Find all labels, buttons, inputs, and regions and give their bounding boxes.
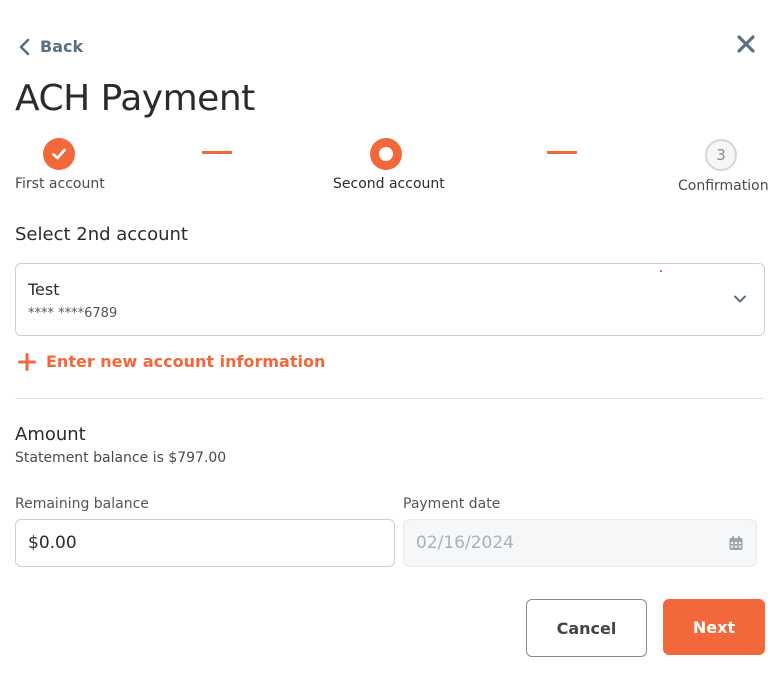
statement-balance-text: Statement balance is $797.00 (15, 450, 227, 466)
step-complete-icon (43, 138, 75, 170)
account-number: **** ****6789 (28, 306, 118, 321)
step-connector (547, 151, 577, 154)
remaining-balance-label: Remaining balance (15, 496, 149, 512)
back-link[interactable]: Back (18, 37, 83, 56)
step-label-second-account: Second account (333, 176, 445, 192)
section-divider (15, 398, 765, 399)
page-title: ACH Payment (15, 78, 255, 119)
step-label-confirmation: Confirmation (678, 178, 769, 194)
calendar-icon (729, 536, 743, 550)
step-current-icon (370, 138, 402, 170)
plus-icon (18, 352, 36, 371)
account-select-dropdown[interactable]: Test **** ****6789 (15, 263, 765, 336)
step-label-first-account: First account (15, 176, 105, 192)
close-icon[interactable] (735, 33, 757, 55)
cancel-button[interactable]: Cancel (526, 599, 647, 657)
back-label: Back (40, 37, 84, 56)
remaining-balance-field[interactable] (15, 519, 395, 567)
account-name: Test (28, 280, 60, 299)
next-button[interactable]: Next (663, 599, 765, 655)
amount-heading: Amount (15, 424, 86, 445)
chevron-left-icon (19, 38, 30, 55)
add-account-link[interactable]: Enter new account information (18, 352, 325, 371)
chevron-down-icon (734, 295, 746, 303)
payment-date-label: Payment date (403, 496, 501, 512)
step-connector (202, 151, 232, 154)
step-number-badge: 3 (705, 139, 737, 171)
payment-date-field: 02/16/2024 (403, 519, 757, 567)
red-dot-marker (660, 270, 662, 272)
payment-date-value: 02/16/2024 (416, 533, 514, 553)
add-account-label: Enter new account information (46, 352, 326, 371)
remaining-balance-input[interactable] (28, 533, 382, 553)
select-account-heading: Select 2nd account (15, 224, 188, 245)
